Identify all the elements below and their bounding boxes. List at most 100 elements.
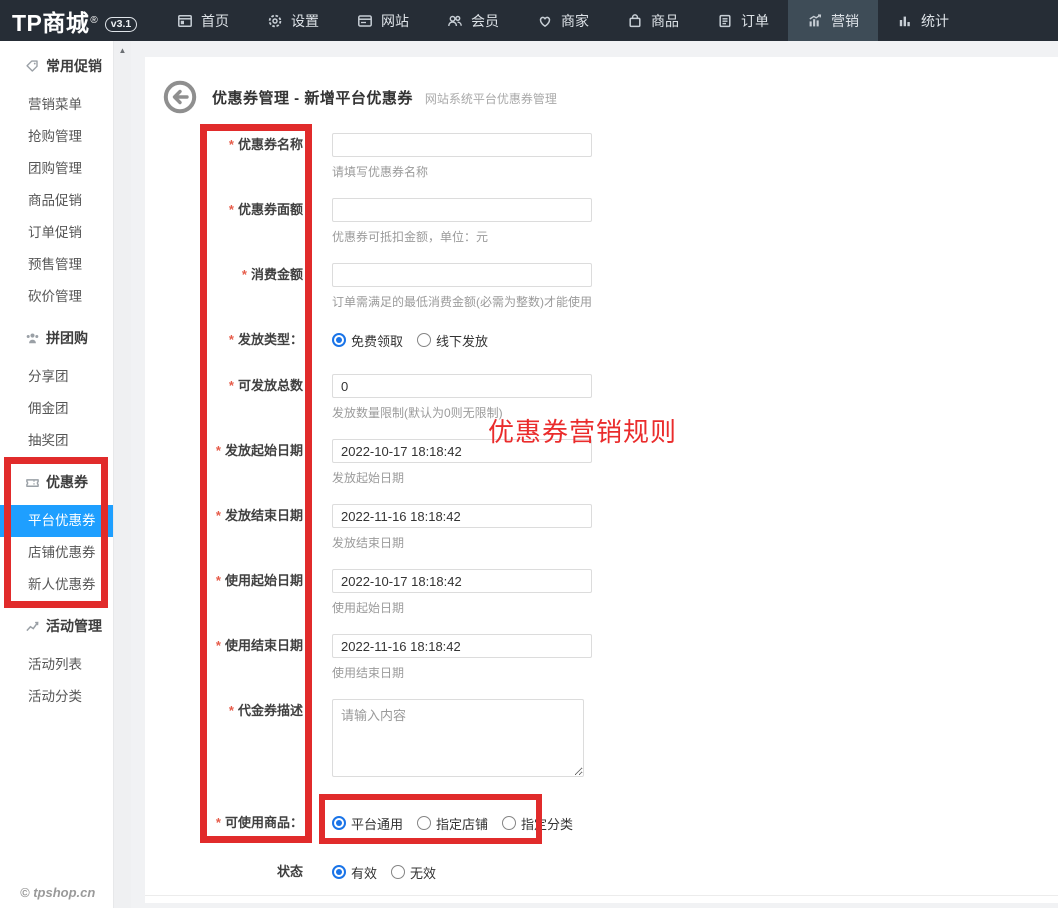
applicable-goods-option-3[interactable]: 指定分类 — [502, 814, 573, 833]
required-asterisk: * — [216, 508, 221, 523]
form-row-coupon-desc: *代金券描述 — [145, 699, 1058, 782]
field-helper-coupon-name: 请填写优惠券名称 — [332, 163, 592, 180]
app-logo[interactable]: TP商城® v3.1 — [0, 0, 158, 41]
top-menu-item-merchants[interactable]: 商家 — [518, 0, 608, 41]
radio-option-label: 有效 — [351, 863, 377, 882]
required-asterisk: * — [229, 137, 234, 152]
version-badge: v3.1 — [105, 17, 137, 32]
applicable-goods-option-2[interactable]: 指定店铺 — [417, 814, 488, 833]
issue-total-input[interactable] — [332, 374, 592, 398]
top-menu-item-members[interactable]: 会员 — [428, 0, 518, 41]
top-menu: 首页设置网站会员 商家商品订单 营销统计 — [158, 0, 968, 41]
logo-registered-mark: ® — [90, 16, 97, 26]
field-label-text: 可发放总数 — [238, 378, 303, 393]
sidebar-item-shop-coupon[interactable]: 店铺优惠券 — [0, 537, 113, 569]
goods-icon — [627, 13, 643, 29]
sidebar-item-commission-group[interactable]: 佣金团 — [0, 393, 113, 425]
top-menu-item-home[interactable]: 首页 — [158, 0, 248, 41]
coupon-name-input[interactable] — [332, 133, 592, 157]
issue-type-option-1[interactable]: 免费领取 — [332, 331, 403, 350]
form-row-issue-type: *发放类型：免费领取线下发放 — [145, 328, 1058, 352]
back-button[interactable] — [162, 79, 198, 115]
field-helper-coupon-amount: 优惠券可抵扣金额，单位：元 — [332, 228, 592, 245]
top-menu-label: 商家 — [561, 11, 589, 31]
sidebar-item-group-purchase[interactable]: 团购管理 — [0, 153, 113, 185]
merchant-icon — [537, 13, 553, 29]
radio-selected-icon[interactable] — [332, 865, 346, 879]
field-control-coupon-name: 请填写优惠券名称 — [332, 133, 592, 180]
top-menu-item-orders[interactable]: 订单 — [698, 0, 788, 41]
sidebar-scrollbar[interactable]: ▲ — [113, 41, 131, 908]
top-menu-label: 营销 — [831, 11, 859, 31]
sidebar-item-activity-list[interactable]: 活动列表 — [0, 649, 113, 681]
bottom-divider — [145, 895, 1058, 896]
use-start-date-input[interactable] — [332, 569, 592, 593]
sidebar-item-marketing-menu[interactable]: 营销菜单 — [0, 89, 113, 121]
field-label-min-spend: *消费金额 — [145, 263, 303, 310]
form-row-applicable-goods: * 可使用商品： 平台通用指定店铺指定分类 — [145, 811, 1058, 835]
status-option-2[interactable]: 无效 — [391, 863, 436, 882]
field-label-text: 发放起始日期 — [225, 443, 303, 458]
field-control-use-start-date: 使用起始日期 — [332, 569, 592, 616]
radio-selected-icon[interactable] — [332, 816, 346, 830]
field-label-issue-total: *可发放总数 — [145, 374, 303, 421]
sidebar-section-items: 营销菜单抢购管理团购管理商品促销订单促销预售管理砍价管理 — [0, 89, 113, 313]
required-asterisk: * — [216, 815, 221, 830]
use-end-date-input[interactable] — [332, 634, 592, 658]
applicable-goods-option-1[interactable]: 平台通用 — [332, 814, 403, 833]
radio-unselected-icon[interactable] — [502, 816, 516, 830]
applicable-goods-radio-group: 平台通用指定店铺指定分类 — [332, 811, 573, 835]
form-row-issue-total: *可发放总数发放数量限制(默认为0则无限制) — [145, 374, 1058, 421]
sidebar-item-share-group[interactable]: 分享团 — [0, 361, 113, 393]
radio-unselected-icon[interactable] — [391, 865, 405, 879]
sidebar-item-newcomer-coupon[interactable]: 新人优惠券 — [0, 569, 113, 601]
radio-unselected-icon[interactable] — [417, 816, 431, 830]
issue-end-date-input[interactable] — [332, 504, 592, 528]
sidebar-item-bargain[interactable]: 砍价管理 — [0, 281, 113, 313]
form-row-status: 状态有效无效 — [145, 860, 1058, 884]
top-menu-item-website[interactable]: 网站 — [338, 0, 428, 41]
sidebar-section-coupon[interactable]: 优惠券 — [0, 465, 113, 499]
field-label-coupon-amount: *优惠券面额 — [145, 198, 303, 245]
sidebar-section-common-promo[interactable]: 常用促销 — [0, 49, 113, 83]
radio-option-label: 线下发放 — [436, 331, 488, 350]
sidebar-item-product-promo[interactable]: 商品促销 — [0, 185, 113, 217]
field-label-use-start-date: *使用起始日期 — [145, 569, 303, 616]
page-subtitle: 网站系统平台优惠券管理 — [425, 87, 557, 107]
sidebar-item-presale[interactable]: 预售管理 — [0, 249, 113, 281]
min-spend-input[interactable] — [332, 263, 592, 287]
sidebar-item-platform-coupon[interactable]: 平台优惠券 — [0, 505, 113, 537]
sidebar-section-activity-management[interactable]: 活动管理 — [0, 609, 113, 643]
status-option-1[interactable]: 有效 — [332, 863, 377, 882]
field-control-issue-type: 免费领取 线下发放 — [332, 328, 488, 352]
top-menu-item-goods[interactable]: 商品 — [608, 0, 698, 41]
radio-selected-icon[interactable] — [332, 333, 346, 347]
page-title: 优惠券管理 - 新增平台优惠券 — [212, 87, 413, 108]
members-icon — [447, 13, 463, 29]
top-menu-item-settings[interactable]: 设置 — [248, 0, 338, 41]
coupon-desc-textarea[interactable] — [332, 699, 584, 777]
scroll-up-arrow-icon[interactable]: ▲ — [114, 41, 131, 55]
sidebar-item-order-promo[interactable]: 订单促销 — [0, 217, 113, 249]
field-label-text: 可使用商品： — [225, 815, 303, 830]
sidebar-item-activity-category[interactable]: 活动分类 — [0, 681, 113, 713]
radio-unselected-icon[interactable] — [417, 333, 431, 347]
form-row-coupon-name: *优惠券名称请填写优惠券名称 — [145, 133, 1058, 180]
issue-type-option-2[interactable]: 线下发放 — [417, 331, 488, 350]
top-menu-item-marketing[interactable]: 营销 — [788, 0, 878, 41]
field-helper-use-end-date: 使用结束日期 — [332, 664, 592, 681]
issue-start-date-input[interactable] — [332, 439, 592, 463]
form-row-issue-end-date: *发放结束日期发放结束日期 — [145, 504, 1058, 551]
sidebar-item-lottery-group[interactable]: 抽奖团 — [0, 425, 113, 457]
form-row-coupon-amount: *优惠券面额优惠券可抵扣金额，单位：元 — [145, 198, 1058, 245]
top-menu-item-stats[interactable]: 统计 — [878, 0, 968, 41]
sidebar-section-group-buying[interactable]: 拼团购 — [0, 321, 113, 355]
required-asterisk: * — [229, 202, 234, 217]
arrow-left-circle-icon — [162, 79, 198, 115]
field-label-coupon-name: *优惠券名称 — [145, 133, 303, 180]
coupon-amount-input[interactable] — [332, 198, 592, 222]
field-helper-issue-start-date: 发放起始日期 — [332, 469, 592, 486]
sidebar-item-flash-sale[interactable]: 抢购管理 — [0, 121, 113, 153]
field-label-text: 发放结束日期 — [225, 508, 303, 523]
field-label-use-end-date: *使用结束日期 — [145, 634, 303, 681]
